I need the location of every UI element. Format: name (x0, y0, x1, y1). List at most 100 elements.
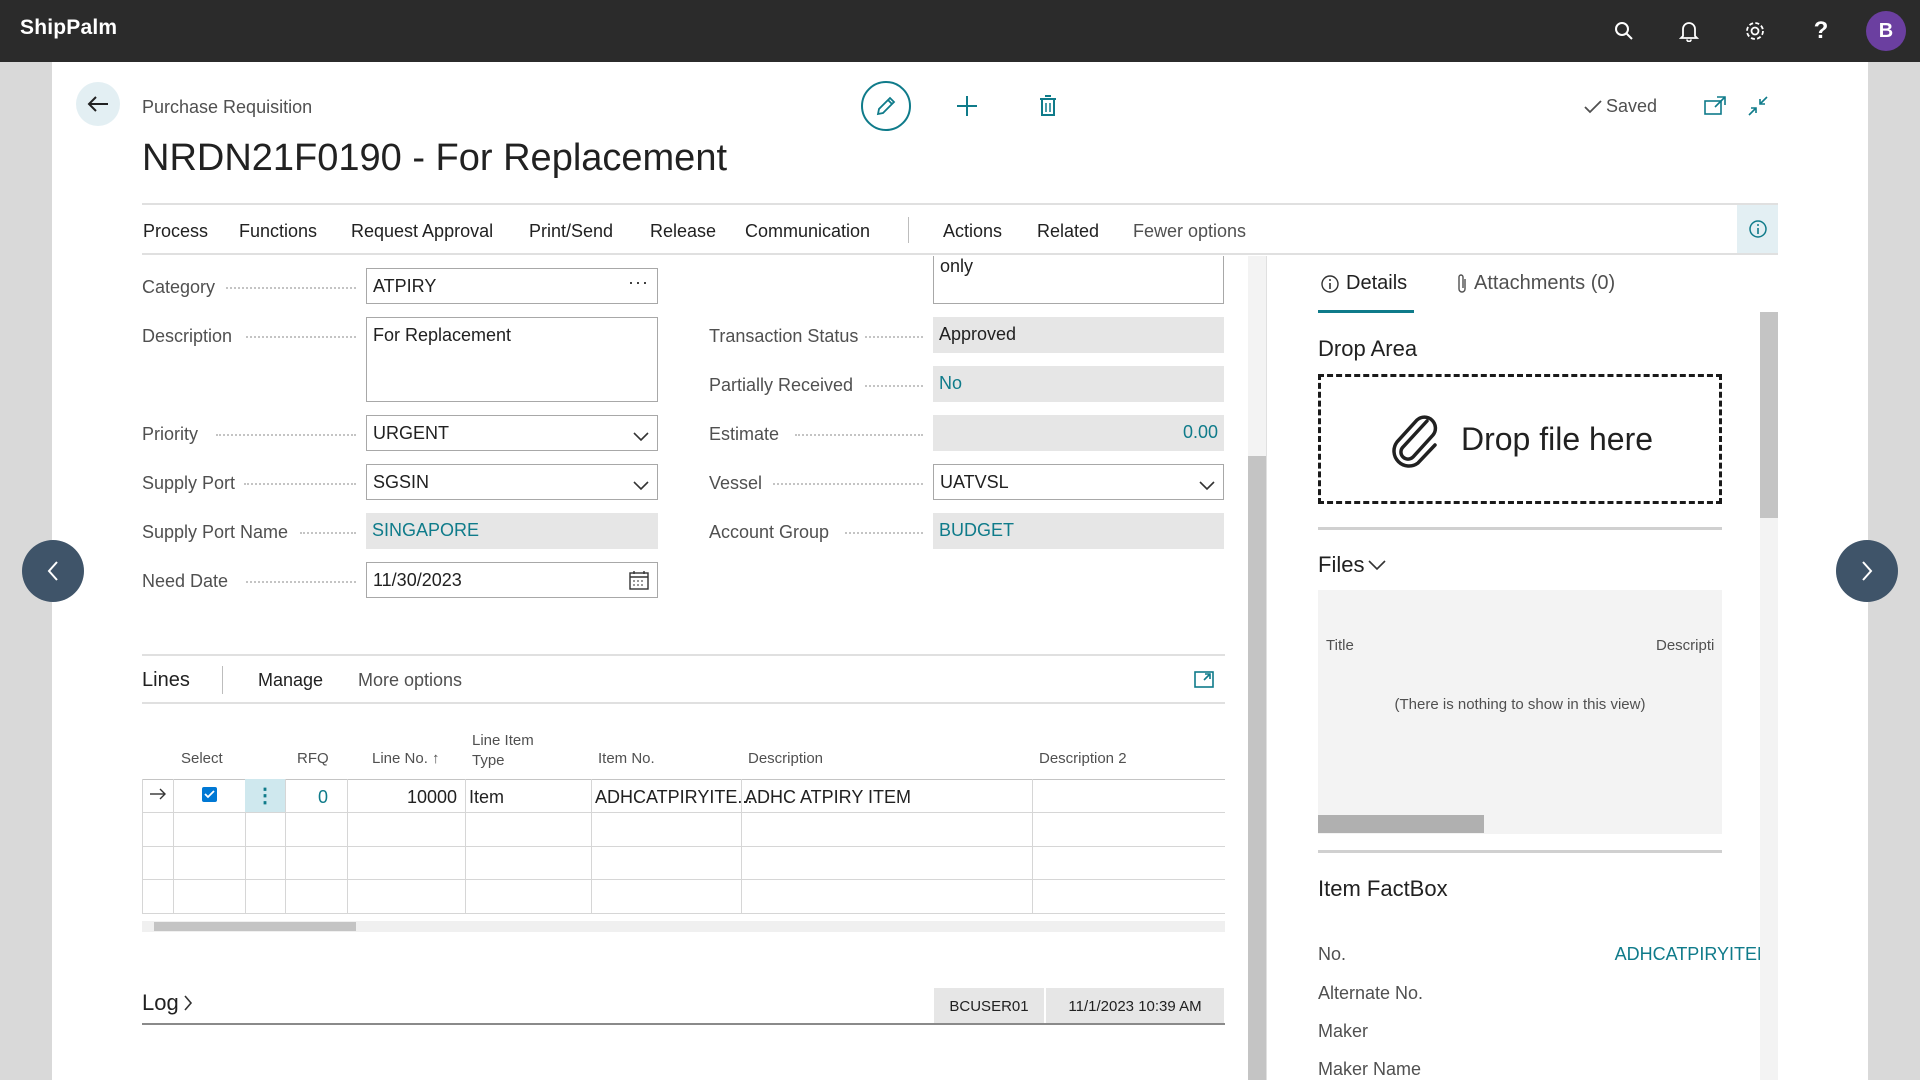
scrollbar-thumb[interactable] (1318, 815, 1484, 833)
back-button[interactable] (76, 82, 120, 126)
supply-port-label: Supply Port (142, 473, 236, 493)
col-rfq[interactable]: RFQ (297, 750, 329, 767)
page-caption: Purchase Requisition (142, 97, 313, 117)
col-select[interactable]: Select (181, 750, 223, 767)
action-release[interactable]: Release (650, 221, 716, 242)
action-functions[interactable]: Functions (239, 221, 317, 242)
collapse-icon[interactable] (1744, 92, 1772, 120)
chevron-down-icon (633, 475, 649, 496)
previous-record-button[interactable] (22, 540, 84, 602)
log-section[interactable]: Log (142, 990, 193, 1016)
lines-more-options[interactable]: More options (358, 670, 462, 691)
paperclip-icon (1392, 415, 1438, 468)
action-fewer-options[interactable]: Fewer options (1133, 221, 1246, 242)
estimate-value[interactable]: 0.00 (933, 415, 1224, 451)
bell-icon[interactable] (1675, 17, 1703, 45)
section-rule (1318, 527, 1722, 530)
partially-received-value[interactable]: No (933, 366, 1224, 402)
action-request-approval[interactable]: Request Approval (351, 221, 493, 242)
vessel-select[interactable]: UATVSL (933, 464, 1224, 500)
notes-field[interactable]: only (933, 256, 1224, 304)
row-menu-button[interactable]: ⋮ (245, 779, 285, 812)
files-col-title[interactable]: Title (1326, 637, 1354, 654)
grid-line (173, 779, 174, 913)
cell-description[interactable]: ADHC ATPIRY ITEM (745, 787, 911, 808)
action-bar: Process Functions Request Approval Print… (142, 203, 1778, 255)
col-description[interactable]: Description (748, 750, 823, 767)
account-group-value[interactable]: BUDGET (933, 513, 1224, 549)
open-in-new-icon[interactable] (1194, 669, 1216, 694)
edit-button[interactable] (861, 81, 911, 131)
action-actions[interactable]: Actions (943, 221, 1002, 242)
open-new-window-icon[interactable] (1701, 92, 1729, 120)
supply-port-select[interactable]: SGSIN (366, 464, 658, 500)
factbox-maker-name-label: Maker Name (1318, 1059, 1422, 1079)
factbox-no-value[interactable]: ADHCATPIRYITEM (1615, 944, 1772, 965)
delete-button[interactable] (1034, 92, 1062, 120)
app-bar: ShipPalm ? B (0, 0, 1920, 62)
chevron-right-icon (184, 995, 192, 1011)
factbox-divider (1266, 256, 1267, 1080)
leader-dots (300, 532, 356, 534)
action-process[interactable]: Process (143, 221, 208, 242)
scrollbar-thumb[interactable] (1760, 312, 1778, 518)
tab-attachments[interactable]: Attachments (0) (1456, 272, 1615, 295)
transaction-status-label: Transaction Status (709, 326, 859, 346)
col-item-no[interactable]: Item No. (598, 750, 655, 767)
need-date-field[interactable]: 11/30/2023 (366, 562, 658, 598)
grid-line (142, 846, 1225, 847)
col-line-item-type[interactable]: Line Item (472, 732, 534, 749)
drop-file-text: Drop file here (1460, 420, 1654, 457)
next-record-button[interactable] (1836, 540, 1898, 602)
action-related[interactable]: Related (1037, 221, 1099, 242)
category-field[interactable]: ATPIRY ··· (366, 268, 658, 304)
category-value: ATPIRY (373, 276, 437, 296)
cell-line-no[interactable]: 10000 (397, 787, 457, 808)
col-description-2[interactable]: Description 2 (1039, 750, 1127, 767)
search-icon[interactable] (1610, 17, 1638, 45)
scrollbar-thumb[interactable] (154, 922, 356, 931)
cell-type[interactable]: Item (469, 787, 504, 808)
grid-line (347, 779, 348, 913)
col-line-item-type-2[interactable]: Type (472, 752, 505, 769)
factbox-toggle[interactable] (1737, 205, 1778, 253)
vessel-value: UATVSL (940, 472, 1009, 492)
col-line-no[interactable]: Line No. ↑ (372, 750, 440, 767)
files-title: Files (1318, 552, 1365, 577)
grid-line (142, 913, 1225, 914)
row-select-checkbox[interactable] (202, 787, 217, 802)
action-print-send[interactable]: Print/Send (529, 221, 613, 242)
lines-title[interactable]: Lines (142, 669, 190, 692)
info-icon (1748, 220, 1767, 238)
more-icon[interactable]: ··· (628, 272, 649, 293)
log-timestamp: 11/1/2023 10:39 AM (1046, 988, 1224, 1024)
factbox-no-label: No. (1318, 944, 1347, 964)
transaction-status-value: Approved (933, 317, 1224, 353)
saved-status: Saved (1584, 96, 1657, 117)
cell-item-no[interactable]: ADHCATPIRYITE... (595, 787, 752, 808)
priority-select[interactable]: URGENT (366, 415, 658, 451)
files-col-description[interactable]: Descripti (1656, 637, 1722, 654)
description-field[interactable]: For Replacement (366, 317, 658, 402)
files-section[interactable]: Files (1318, 552, 1387, 578)
new-button[interactable] (953, 92, 981, 120)
drop-area[interactable]: Drop file here (1318, 374, 1722, 504)
priority-label: Priority (142, 424, 199, 444)
avatar[interactable]: B (1866, 11, 1906, 51)
lines-manage[interactable]: Manage (258, 670, 323, 691)
app-name[interactable]: ShipPalm (20, 16, 117, 40)
gear-icon[interactable] (1741, 17, 1769, 45)
files-list: Title Descripti (There is nothing to sho… (1318, 590, 1722, 834)
scrollbar-thumb[interactable] (1248, 456, 1266, 1080)
help-icon[interactable]: ? (1807, 17, 1835, 45)
cell-rfq[interactable]: 0 (318, 787, 328, 808)
calendar-icon[interactable] (629, 570, 649, 595)
tab-details[interactable]: Details (1320, 272, 1407, 295)
chevron-left-icon (47, 561, 58, 581)
lines-horizontal-scrollbar[interactable] (142, 921, 1225, 932)
estimate-label: Estimate (709, 424, 780, 444)
supply-port-name-value[interactable]: SINGAPORE (366, 513, 658, 549)
action-separator (908, 217, 909, 243)
action-communication[interactable]: Communication (745, 221, 870, 242)
leader-dots (246, 336, 356, 338)
